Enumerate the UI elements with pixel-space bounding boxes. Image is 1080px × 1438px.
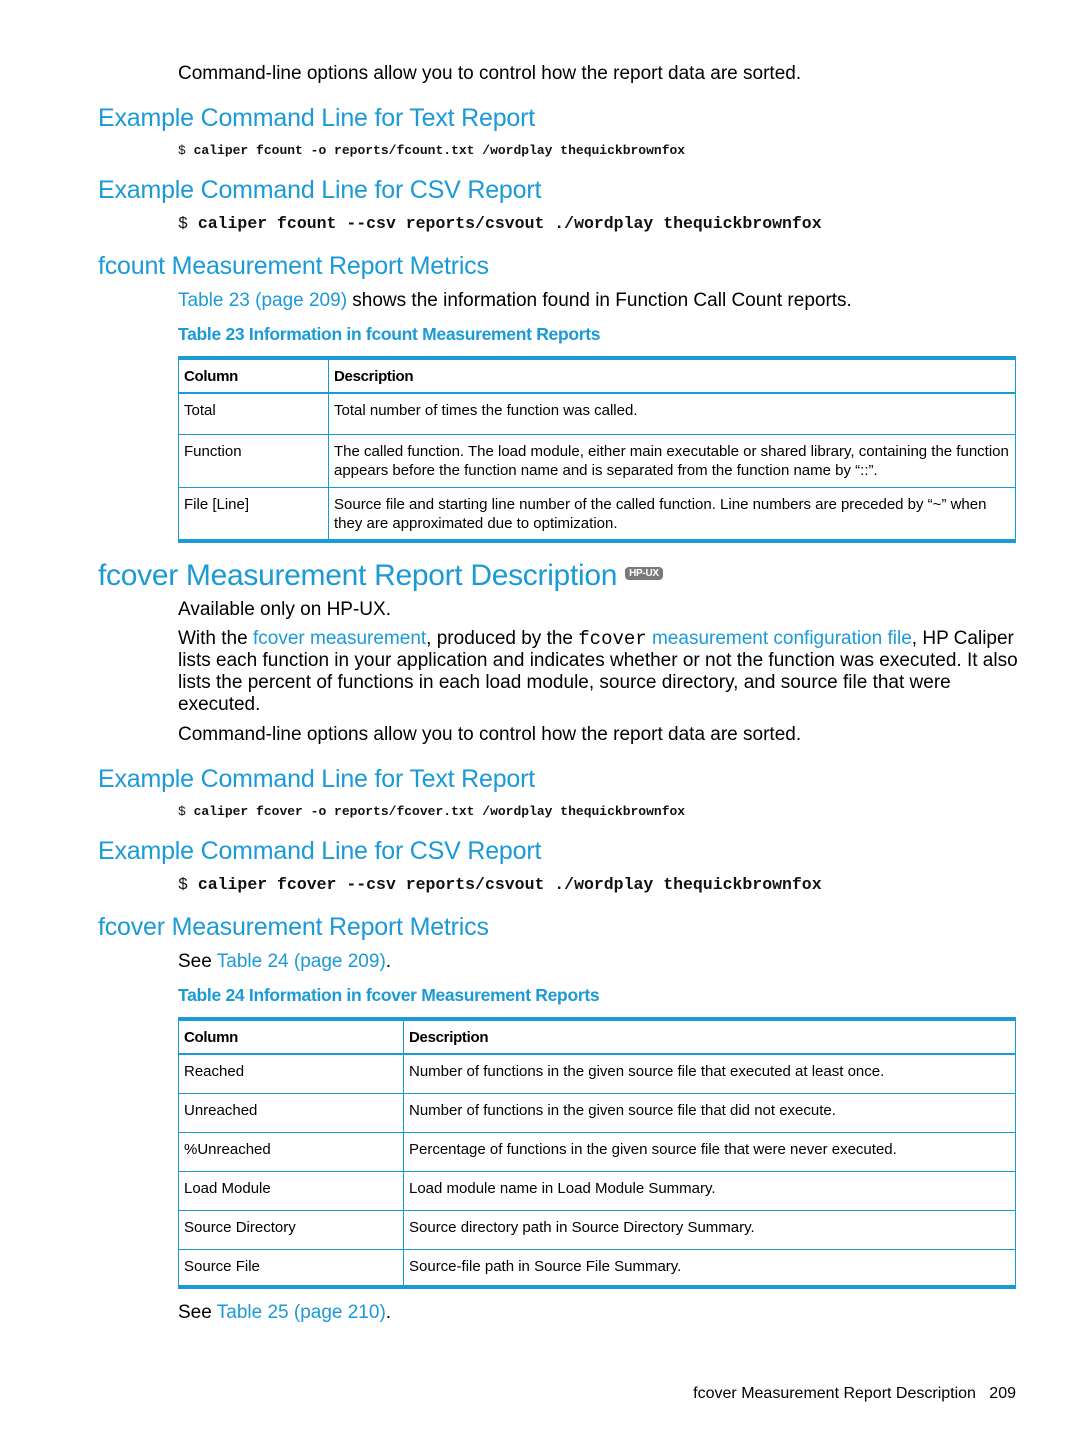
cell-column: Reached [178, 1054, 404, 1094]
page-footer: fcover Measurement Report Description 20… [693, 1385, 1016, 1403]
see-suffix: . [385, 951, 392, 972]
cell-column: %Unreached [178, 1132, 404, 1172]
table-23-caption: Table 23 Information in fcount Measureme… [178, 324, 601, 344]
fcover-see-table-24: See Table 24 (page 209). [178, 951, 1018, 973]
intro-sort-text: Command-line options allow you to contro… [178, 63, 802, 84]
fcover-measurement-link[interactable]: fcover measurement [253, 628, 426, 649]
page-number: 209 [989, 1385, 1016, 1402]
command: caliper fcover --csv reports/csvout ./wo… [197, 875, 822, 894]
section-title: fcover Measurement Report Description [98, 559, 618, 592]
cell-description: Total number of times the function was c… [328, 393, 1016, 435]
table-header-row: Column Description [178, 1019, 1016, 1055]
table-row: Reached Number of functions in the given… [178, 1054, 1016, 1094]
table-row: Load Module Load module name in Load Mod… [178, 1171, 1016, 1211]
fcover-text-report-heading: Example Command Line for Text Report [98, 765, 535, 793]
table-row: Function The called function. The load m… [178, 434, 1016, 488]
prompt: $ [178, 214, 188, 233]
cell-description: Load module name in Load Module Summary. [403, 1171, 1016, 1211]
command: caliper fcover -o reports/fcover.txt /wo… [193, 804, 686, 819]
table-24: Column Description Reached Number of fun… [178, 1017, 1016, 1289]
description-header: Description [328, 358, 1016, 394]
table-row: Source File Source-file path in Source F… [178, 1249, 1016, 1287]
cell-description: Percentage of functions in the given sou… [403, 1132, 1016, 1172]
fcover-see-table-25: See Table 25 (page 210). [178, 1302, 1018, 1324]
table-row: Unreached Number of functions in the giv… [178, 1093, 1016, 1133]
table-24-caption: Table 24 Information in fcover Measureme… [178, 985, 600, 1005]
fcover-section-heading: fcover Measurement Report Description HP-… [98, 559, 663, 593]
measurement-config-file-link[interactable]: measurement configuration file [647, 628, 912, 649]
fcount-csv-report-command: $ caliper fcount --csv reports/csvout ./… [178, 214, 822, 233]
prompt: $ [178, 804, 186, 819]
fcover-csv-report-heading: Example Command Line for CSV Report [98, 837, 542, 865]
cell-column: Source Directory [178, 1210, 404, 1250]
fcover-sort-text: Command-line options allow you to contro… [178, 724, 802, 745]
cell-column: Function [178, 434, 329, 488]
fcount-csv-report-heading: Example Command Line for CSV Report [98, 176, 542, 204]
cell-column: Load Module [178, 1171, 404, 1211]
fcover-csv-report-command: $ caliper fcover --csv reports/csvout ./… [178, 875, 822, 894]
cell-description: Source-file path in Source File Summary. [403, 1249, 1016, 1287]
fcount-metrics-description: shows the information found in Function … [347, 290, 852, 311]
availability-text: Available only on HP-UX. [178, 599, 391, 620]
fcover-description: With the fcover measurement, produced by… [178, 628, 1018, 716]
fcover-text-report-command: $ caliper fcover -o reports/fcover.txt /… [178, 804, 685, 819]
command: caliper fcount -o reports/fcount.txt /wo… [193, 143, 686, 158]
cell-column: Unreached [178, 1093, 404, 1133]
cell-description: Source directory path in Source Director… [403, 1210, 1016, 1250]
cell-description: Number of functions in the given source … [403, 1054, 1016, 1094]
cell-column: File [Line] [178, 487, 329, 541]
column-header: Column [178, 1019, 404, 1055]
desc-text: , produced by the [426, 628, 579, 649]
cell-description: Number of functions in the given source … [403, 1093, 1016, 1133]
cell-description: Source file and starting line number of … [328, 487, 1016, 541]
table-row: Source Directory Source directory path i… [178, 1210, 1016, 1250]
desc-text: With the [178, 628, 253, 649]
column-header: Column [178, 358, 329, 394]
table-23-link[interactable]: Table 23 (page 209) [178, 290, 347, 311]
fcover-code: fcover [578, 628, 647, 650]
hp-ux-badge-icon: HP-UX [625, 566, 663, 580]
table-25-link[interactable]: Table 25 (page 210) [217, 1302, 386, 1323]
table-row: %Unreached Percentage of functions in th… [178, 1132, 1016, 1172]
description-header: Description [403, 1019, 1016, 1055]
fcount-metrics-heading: fcount Measurement Report Metrics [98, 252, 489, 280]
fcount-text-report-heading: Example Command Line for Text Report [98, 104, 535, 132]
see-text: See [178, 951, 217, 972]
prompt: $ [178, 875, 188, 894]
see-text: See [178, 1302, 217, 1323]
see-suffix: . [385, 1302, 392, 1323]
table-24-link[interactable]: Table 24 (page 209) [217, 951, 386, 972]
table-header-row: Column Description [178, 358, 1016, 394]
fcover-metrics-heading: fcover Measurement Report Metrics [98, 913, 489, 941]
table-23: Column Description Total Total number of… [178, 356, 1016, 543]
table-row: Total Total number of times the function… [178, 393, 1016, 435]
fcount-text-report-command: $ caliper fcount -o reports/fcount.txt /… [178, 143, 685, 158]
table-row: File [Line] Source file and starting lin… [178, 487, 1016, 541]
cell-column: Total [178, 393, 329, 435]
command: caliper fcount --csv reports/csvout ./wo… [197, 214, 822, 233]
prompt: $ [178, 143, 186, 158]
fcount-metrics-text: Table 23 (page 209) shows the informatio… [178, 290, 1018, 312]
cell-column: Source File [178, 1249, 404, 1287]
footer-section-title: fcover Measurement Report Description [693, 1385, 976, 1402]
cell-description: The called function. The load module, ei… [328, 434, 1016, 488]
